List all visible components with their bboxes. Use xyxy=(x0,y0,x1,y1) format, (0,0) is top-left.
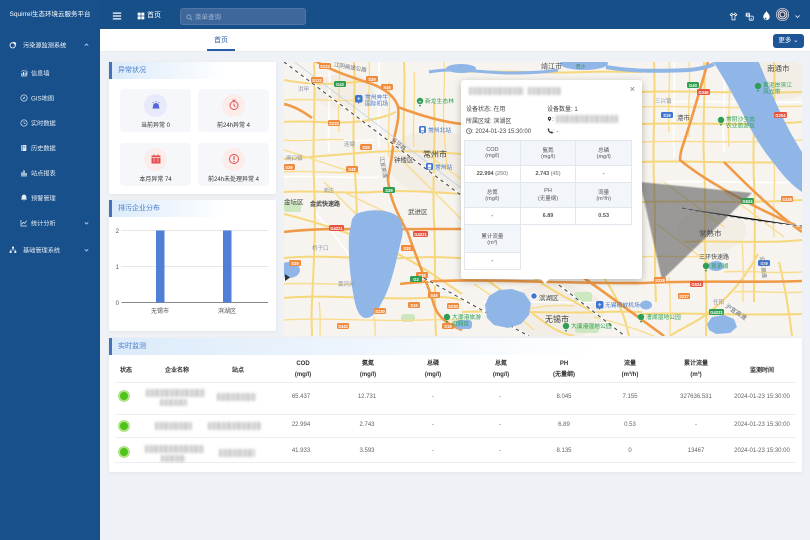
svg-text:新庄: 新庄 xyxy=(324,187,334,194)
svg-text:S232: S232 xyxy=(329,121,339,126)
svg-text:0: 0 xyxy=(116,301,120,307)
svg-text:G4221: G4221 xyxy=(710,310,723,315)
svg-text:1: 1 xyxy=(116,265,120,271)
svg-text:金武快速路: 金武快速路 xyxy=(309,200,341,208)
svg-text:2: 2 xyxy=(116,229,120,235)
svg-text:任阳: 任阳 xyxy=(713,298,724,306)
svg-text:S39: S39 xyxy=(291,261,299,266)
svg-text:S228: S228 xyxy=(655,278,665,283)
svg-text:武进区: 武进区 xyxy=(408,207,428,216)
svg-text:S39: S39 xyxy=(385,188,393,193)
svg-text:昆承湖: 昆承湖 xyxy=(711,262,729,270)
svg-text:常州北站: 常州北站 xyxy=(428,126,451,134)
svg-text:常州市: 常州市 xyxy=(423,149,447,159)
svg-text:S38: S38 xyxy=(403,246,411,251)
svg-text:常阴沙生态: 常阴沙生态 xyxy=(726,115,755,123)
svg-text:S122: S122 xyxy=(312,78,322,83)
svg-text:S48: S48 xyxy=(430,293,438,298)
svg-text:G204: G204 xyxy=(775,113,786,118)
svg-text:滨湖区: 滨湖区 xyxy=(539,293,559,302)
svg-text:三环快速路: 三环快速路 xyxy=(699,253,729,261)
svg-text:钟楼区: 钟楼区 xyxy=(394,155,414,164)
svg-text:黄泥岸滨江: 黄泥岸滨江 xyxy=(763,81,792,89)
svg-text:风光带: 风光带 xyxy=(763,88,781,96)
svg-text:闸口镇: 闸口镇 xyxy=(286,154,303,162)
svg-text:G42: G42 xyxy=(336,82,345,87)
svg-text:S227: S227 xyxy=(679,294,689,299)
svg-text:S342: S342 xyxy=(338,324,348,329)
svg-text:常熟市: 常熟市 xyxy=(699,228,722,238)
svg-text:度假区: 度假区 xyxy=(452,320,470,328)
svg-text:✈: ✈ xyxy=(598,303,602,309)
svg-text:❧: ❧ xyxy=(418,99,422,104)
svg-text:G4221: G4221 xyxy=(330,226,343,231)
svg-text:黄河分: 黄河分 xyxy=(338,280,355,288)
svg-text:G346: G346 xyxy=(698,90,709,95)
svg-text:大溪港湿地公园: 大溪港湿地公园 xyxy=(571,322,612,330)
svg-text:✈: ✈ xyxy=(357,97,361,103)
svg-text:S338: S338 xyxy=(782,197,792,202)
svg-text:连塘: 连塘 xyxy=(344,140,356,148)
svg-text:G2: G2 xyxy=(413,277,419,282)
svg-text:新龙生态林: 新龙生态林 xyxy=(425,97,454,105)
svg-text:S230: S230 xyxy=(448,304,458,309)
svg-text:江宜高速: 江宜高速 xyxy=(378,156,390,180)
svg-text:无锡市: 无锡市 xyxy=(151,307,169,315)
svg-text:洪甲: 洪甲 xyxy=(298,85,309,93)
svg-text:农业旅游区: 农业旅游区 xyxy=(726,122,755,130)
svg-text:靖江市: 靖江市 xyxy=(541,62,562,71)
svg-text:S48: S48 xyxy=(383,85,391,90)
svg-text:港市: 港市 xyxy=(677,113,691,122)
svg-text:G524: G524 xyxy=(742,199,753,204)
svg-text:G40: G40 xyxy=(689,83,698,88)
svg-text:南通市: 南通市 xyxy=(767,63,790,73)
svg-text:无锡市: 无锡市 xyxy=(545,314,569,324)
svg-text:S19: S19 xyxy=(410,303,418,308)
svg-text:S39: S39 xyxy=(368,77,376,82)
svg-text:沿江高速: 沿江高速 xyxy=(758,256,769,279)
svg-text:桥子口: 桥子口 xyxy=(312,244,329,252)
svg-text:滨湖区: 滨湖区 xyxy=(218,307,236,315)
svg-text:S48: S48 xyxy=(348,167,356,172)
svg-text:常州站: 常州站 xyxy=(435,163,453,171)
svg-text:S19: S19 xyxy=(663,113,671,118)
svg-text:漕湖湿地公园: 漕湖湿地公园 xyxy=(646,313,681,321)
svg-text:三兴镇: 三兴镇 xyxy=(655,97,672,105)
svg-text:G4221: G4221 xyxy=(414,232,427,237)
svg-text:G524: G524 xyxy=(691,282,702,287)
svg-text:S122: S122 xyxy=(320,64,330,69)
svg-text:国际机场: 国际机场 xyxy=(365,100,388,108)
svg-text:金坛区: 金坛区 xyxy=(284,197,304,206)
svg-text:常州奔牛: 常州奔牛 xyxy=(365,93,388,101)
svg-text:S39: S39 xyxy=(285,165,293,170)
svg-text:S230: S230 xyxy=(375,309,385,314)
svg-text:无锡硕放机场: 无锡硕放机场 xyxy=(605,301,640,309)
svg-text:S39: S39 xyxy=(362,145,370,150)
svg-text:大潮港旅游: 大潮港旅游 xyxy=(452,313,481,321)
